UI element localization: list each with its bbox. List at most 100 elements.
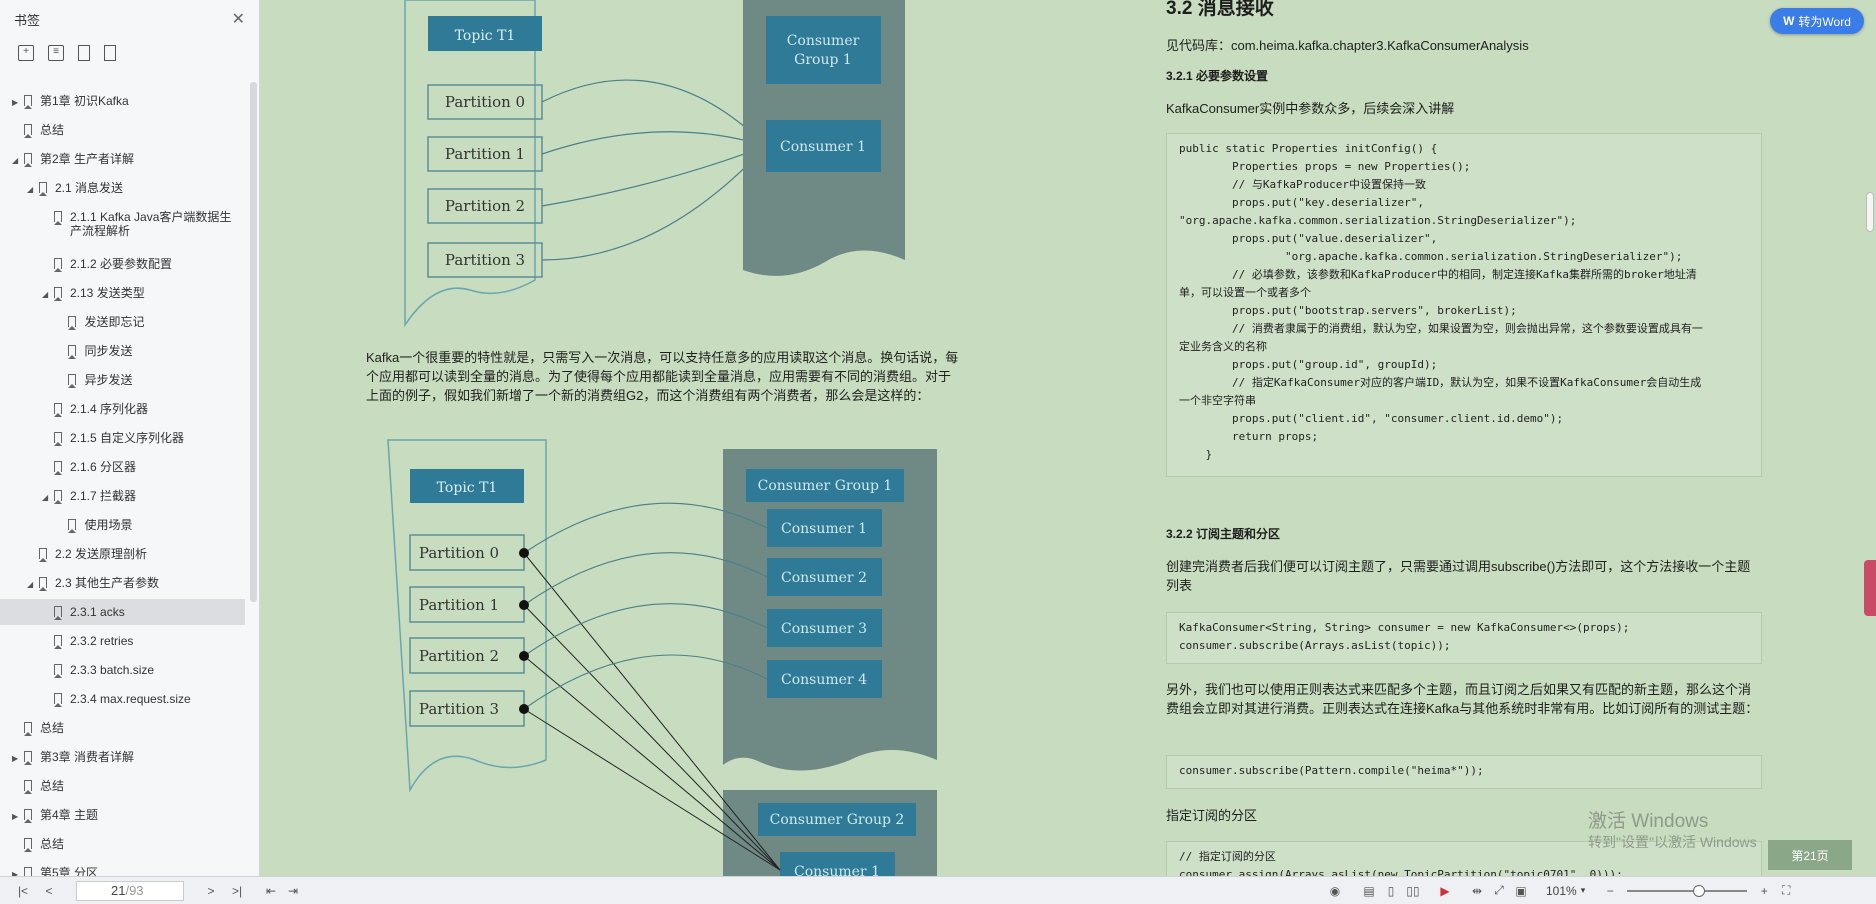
zoom-slider-handle[interactable] (1693, 884, 1706, 897)
zoom-dropdown-icon[interactable]: ▾ (1581, 885, 1586, 896)
code-block: public static Properties initConfig() { … (1166, 133, 1762, 477)
zoom-out-icon[interactable]: − (1599, 880, 1621, 902)
bookmark-icon (24, 722, 32, 736)
sidebar-scrollbar[interactable] (250, 82, 257, 602)
two-page-icon[interactable]: ▯▯ (1402, 880, 1424, 902)
bookmark-item[interactable]: 总结 (0, 831, 245, 857)
bookmark-icon[interactable] (78, 45, 90, 61)
prev-page-icon[interactable]: < (38, 880, 60, 902)
bookmark-item[interactable]: 总结 (0, 117, 245, 143)
bookmark-icon (24, 780, 32, 794)
bookmark-item[interactable]: 2.1.6 分区器 (0, 454, 245, 480)
bookmark-item[interactable]: 总结 (0, 715, 245, 741)
consumer-group-label: Consumer Group 2 (770, 812, 905, 828)
page-scrollbar-thumb[interactable] (1866, 192, 1874, 232)
fit-page-icon[interactable]: ⤢ (1488, 880, 1510, 902)
back-icon[interactable]: ⇤ (260, 880, 282, 902)
bookmark-item[interactable]: 2.1.4 序列化器 (0, 396, 245, 422)
expand-down-icon[interactable]: ◢ (27, 183, 37, 197)
bookmark-icon (39, 548, 47, 562)
bookmark-item[interactable]: 2.1.1 Kafka Java客户端数据生产流程解析 (0, 204, 245, 242)
zoom-level[interactable]: 101% (1546, 884, 1577, 898)
bookmark-item[interactable]: ▶ 第1章 初识Kafka (0, 88, 245, 114)
expand-down-icon[interactable]: ◢ (42, 288, 52, 302)
continuous-page-icon[interactable]: ▯ (1380, 880, 1402, 902)
expand-right-icon[interactable]: ▶ (12, 96, 22, 110)
next-page-icon[interactable]: > (200, 880, 222, 902)
sidebar-toolbar: + ≡ (0, 38, 259, 68)
partition-label: Partition 1 (419, 596, 499, 614)
bookmark-item[interactable]: 2.3.1 acks (0, 599, 245, 625)
bookmark-outline-icon[interactable] (104, 45, 116, 61)
bookmark-label: 2.3.1 acks (70, 605, 125, 619)
outline-icon[interactable]: ≡ (48, 45, 64, 61)
bookmark-item[interactable]: 2.3.2 retries (0, 628, 245, 654)
bookmark-label: 发送即忘记 (84, 315, 145, 329)
bookmark-item[interactable]: 2.2 发送原理剖析 (0, 541, 245, 567)
last-page-icon[interactable]: >| (226, 880, 248, 902)
topic-label: Topic T1 (455, 28, 516, 44)
bookmark-label: 第5章 分区 (40, 866, 99, 876)
page-number-input[interactable]: 21/93 (76, 880, 184, 901)
bookmark-icon (24, 838, 32, 852)
play-icon[interactable]: ▶ (1434, 880, 1456, 902)
forward-icon[interactable]: ⇥ (282, 880, 304, 902)
convert-to-word-button[interactable]: W 转为Word (1770, 8, 1864, 34)
bookmark-item[interactable]: ▶ 第5章 分区 (0, 860, 245, 876)
bookmark-item[interactable]: 发送即忘记 (0, 309, 245, 335)
bookmark-label: 2.1.2 必要参数配置 (70, 257, 173, 271)
expand-down-icon[interactable]: ◢ (12, 154, 22, 168)
consumer-label: Consumer 1 (780, 139, 866, 155)
bookmark-item[interactable]: ▶ 第4章 主题 (0, 802, 245, 828)
consumer-label: Consumer 2 (781, 570, 867, 586)
bookmark-icon (54, 461, 62, 475)
bookmark-item[interactable]: ▶ 第3章 消费者详解 (0, 744, 245, 770)
expand-right-icon[interactable]: ▶ (12, 752, 22, 766)
bookmark-icon (54, 635, 62, 649)
bookmark-item[interactable]: 2.3.4 max.request.size (0, 686, 245, 712)
expand-right-icon[interactable]: ▶ (12, 868, 22, 876)
zoom-in-icon[interactable]: + (1753, 880, 1775, 902)
partition-dot (519, 704, 529, 714)
kafka-diagram: Topic T1 Partition 0 Partition 1 Partition … (387, 0, 937, 876)
partition-label: Partition 0 (419, 544, 499, 562)
bookmark-item[interactable]: ◢ 2.1 消息发送 (0, 175, 245, 201)
expand-down-icon[interactable]: ◢ (42, 491, 52, 505)
close-icon[interactable]: ✕ (232, 9, 245, 29)
bookmark-item[interactable]: ◢ 2.13 发送类型 (0, 280, 245, 306)
partition-label: Partition 1 (445, 145, 525, 163)
bookmark-item[interactable]: ◢ 2.1.7 拦截器 (0, 483, 245, 509)
fit-width-icon[interactable]: ⇹ (1466, 880, 1488, 902)
add-bookmark-icon[interactable]: + (18, 45, 34, 61)
partition-label: Partition 3 (445, 251, 525, 269)
first-page-icon[interactable]: |< (12, 880, 34, 902)
consumer-group-label: Consumer Group 1 (758, 478, 893, 494)
side-tab[interactable] (1864, 560, 1876, 616)
eye-protect-icon[interactable]: ◉ (1324, 880, 1346, 902)
document-view: Topic T1 Partition 0 Partition 1 Partition … (260, 0, 1870, 876)
consumer-group-label: Consumer (787, 33, 860, 49)
bookmark-item[interactable]: 同步发送 (0, 338, 245, 364)
bookmark-item[interactable]: ◢ 第2章 生产者详解 (0, 146, 245, 172)
bookmark-label: 2.1 消息发送 (55, 181, 124, 195)
bookmark-label: 2.1.7 拦截器 (70, 489, 137, 503)
bookmark-item[interactable]: 2.1.2 必要参数配置 (0, 251, 245, 277)
bookmark-tree: ▶ 第1章 初识Kafka 总结 ◢ 第2章 生产者详解 ◢ 2.1 消息发送 2.1.1 K… (0, 80, 250, 876)
bookmark-item[interactable]: 2.1.5 自定义序列化器 (0, 425, 245, 451)
zoom-slider[interactable] (1627, 884, 1748, 897)
bookmark-item[interactable]: 异步发送 (0, 367, 245, 393)
fullscreen-icon[interactable]: ⛶ (1775, 880, 1797, 902)
bookmark-item[interactable]: ◢ 2.3 其他生产者参数 (0, 570, 245, 596)
expand-down-icon[interactable]: ◢ (27, 578, 37, 592)
bookmark-label: 2.3.3 batch.size (70, 663, 155, 677)
expand-right-icon[interactable]: ▶ (12, 810, 22, 824)
watermark-title: 激活 Windows (1588, 811, 1709, 832)
bookmark-item[interactable]: 总结 (0, 773, 245, 799)
actual-size-icon[interactable]: ▣ (1510, 880, 1532, 902)
partition-label: Partition 3 (419, 700, 499, 718)
bookmark-item[interactable]: 2.3.3 batch.size (0, 657, 245, 683)
consumer-group-label: Group 1 (794, 52, 852, 68)
bookmark-icon (54, 693, 62, 707)
single-page-icon[interactable]: ▤ (1358, 880, 1380, 902)
bookmark-item[interactable]: 使用场景 (0, 512, 245, 538)
